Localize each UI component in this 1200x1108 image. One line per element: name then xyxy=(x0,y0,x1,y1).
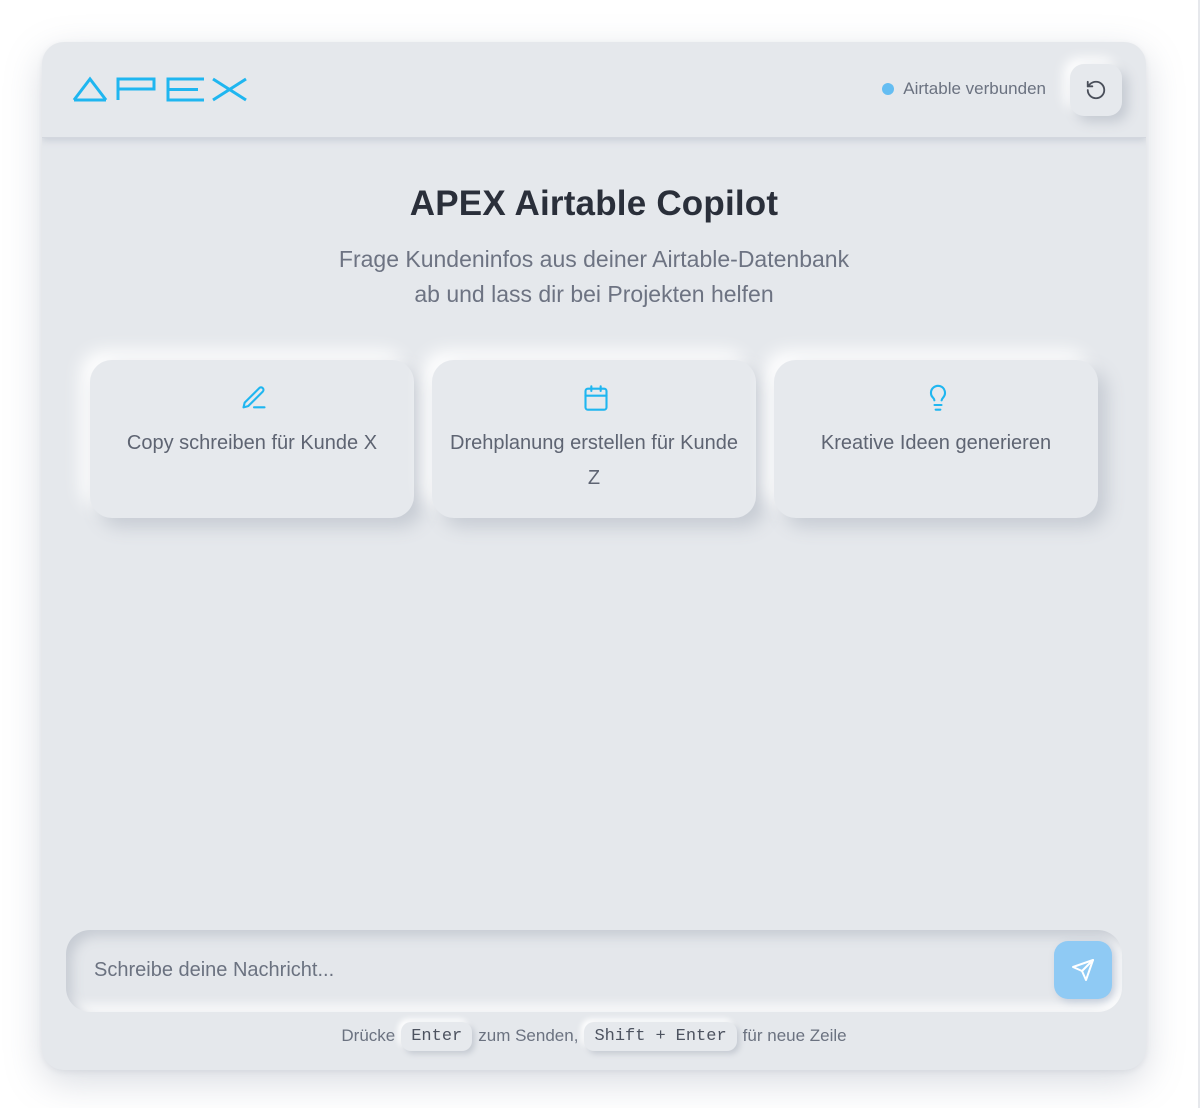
shift-key-label: Shift xyxy=(594,1026,646,1046)
message-composer xyxy=(66,930,1122,1012)
subtitle-line-1: Frage Kundeninfos aus deiner Airtable-Da… xyxy=(338,246,850,272)
suggestion-card-copy[interactable]: Copy schreiben für Kunde X xyxy=(90,360,414,518)
keyboard-hint: Drücke Enter zum Senden, Shift + Enter f… xyxy=(42,1018,1146,1054)
enter-key-label: Enter xyxy=(675,1026,727,1046)
hint-middle: zum Senden, xyxy=(478,1026,579,1045)
header-bar: Airtable verbunden xyxy=(42,42,1146,138)
calendar-icon xyxy=(584,385,608,411)
shift-enter-key-badge: Shift + Enter xyxy=(584,1021,737,1051)
suggestion-card-ideen[interactable]: Kreative Ideen generieren xyxy=(774,360,1098,518)
hint-suffix: für neue Zeile xyxy=(742,1026,847,1045)
subtitle-line-2: ab und lass dir bei Projekten helfen xyxy=(414,281,774,307)
reset-chat-button[interactable] xyxy=(1070,64,1122,116)
enter-key-label: Enter xyxy=(411,1026,463,1046)
page-subtitle: Frage Kundeninfos aus deiner Airtable-Da… xyxy=(294,242,894,312)
send-icon xyxy=(1072,959,1094,981)
page-title: APEX Airtable Copilot xyxy=(409,184,779,223)
lightbulb-icon xyxy=(929,384,946,411)
plus-label: + xyxy=(655,1026,666,1046)
message-input[interactable] xyxy=(94,950,1034,990)
apex-logo xyxy=(72,76,247,102)
send-button[interactable] xyxy=(1054,941,1112,999)
suggestion-card-drehplanung[interactable]: Drehplanung erstellen für Kunde Z xyxy=(432,360,756,518)
status-dot-icon xyxy=(882,83,895,95)
connection-status: Airtable verbunden xyxy=(882,79,1046,99)
enter-key-badge: Enter xyxy=(401,1021,473,1051)
hint-prefix: Drücke xyxy=(341,1026,396,1045)
suggestion-label: Kreative Ideen generieren xyxy=(820,432,1052,454)
suggestion-label: Drehplanung erstellen für Kunde Z xyxy=(450,432,738,489)
refresh-ccw-icon xyxy=(1086,80,1106,100)
suggestion-label: Copy schreiben für Kunde X xyxy=(126,432,378,454)
status-label: Airtable verbunden xyxy=(903,79,1046,98)
copilot-app-window: Airtable verbunden APEX Airtable Copilot… xyxy=(42,42,1146,1070)
pencil-icon xyxy=(242,386,266,409)
